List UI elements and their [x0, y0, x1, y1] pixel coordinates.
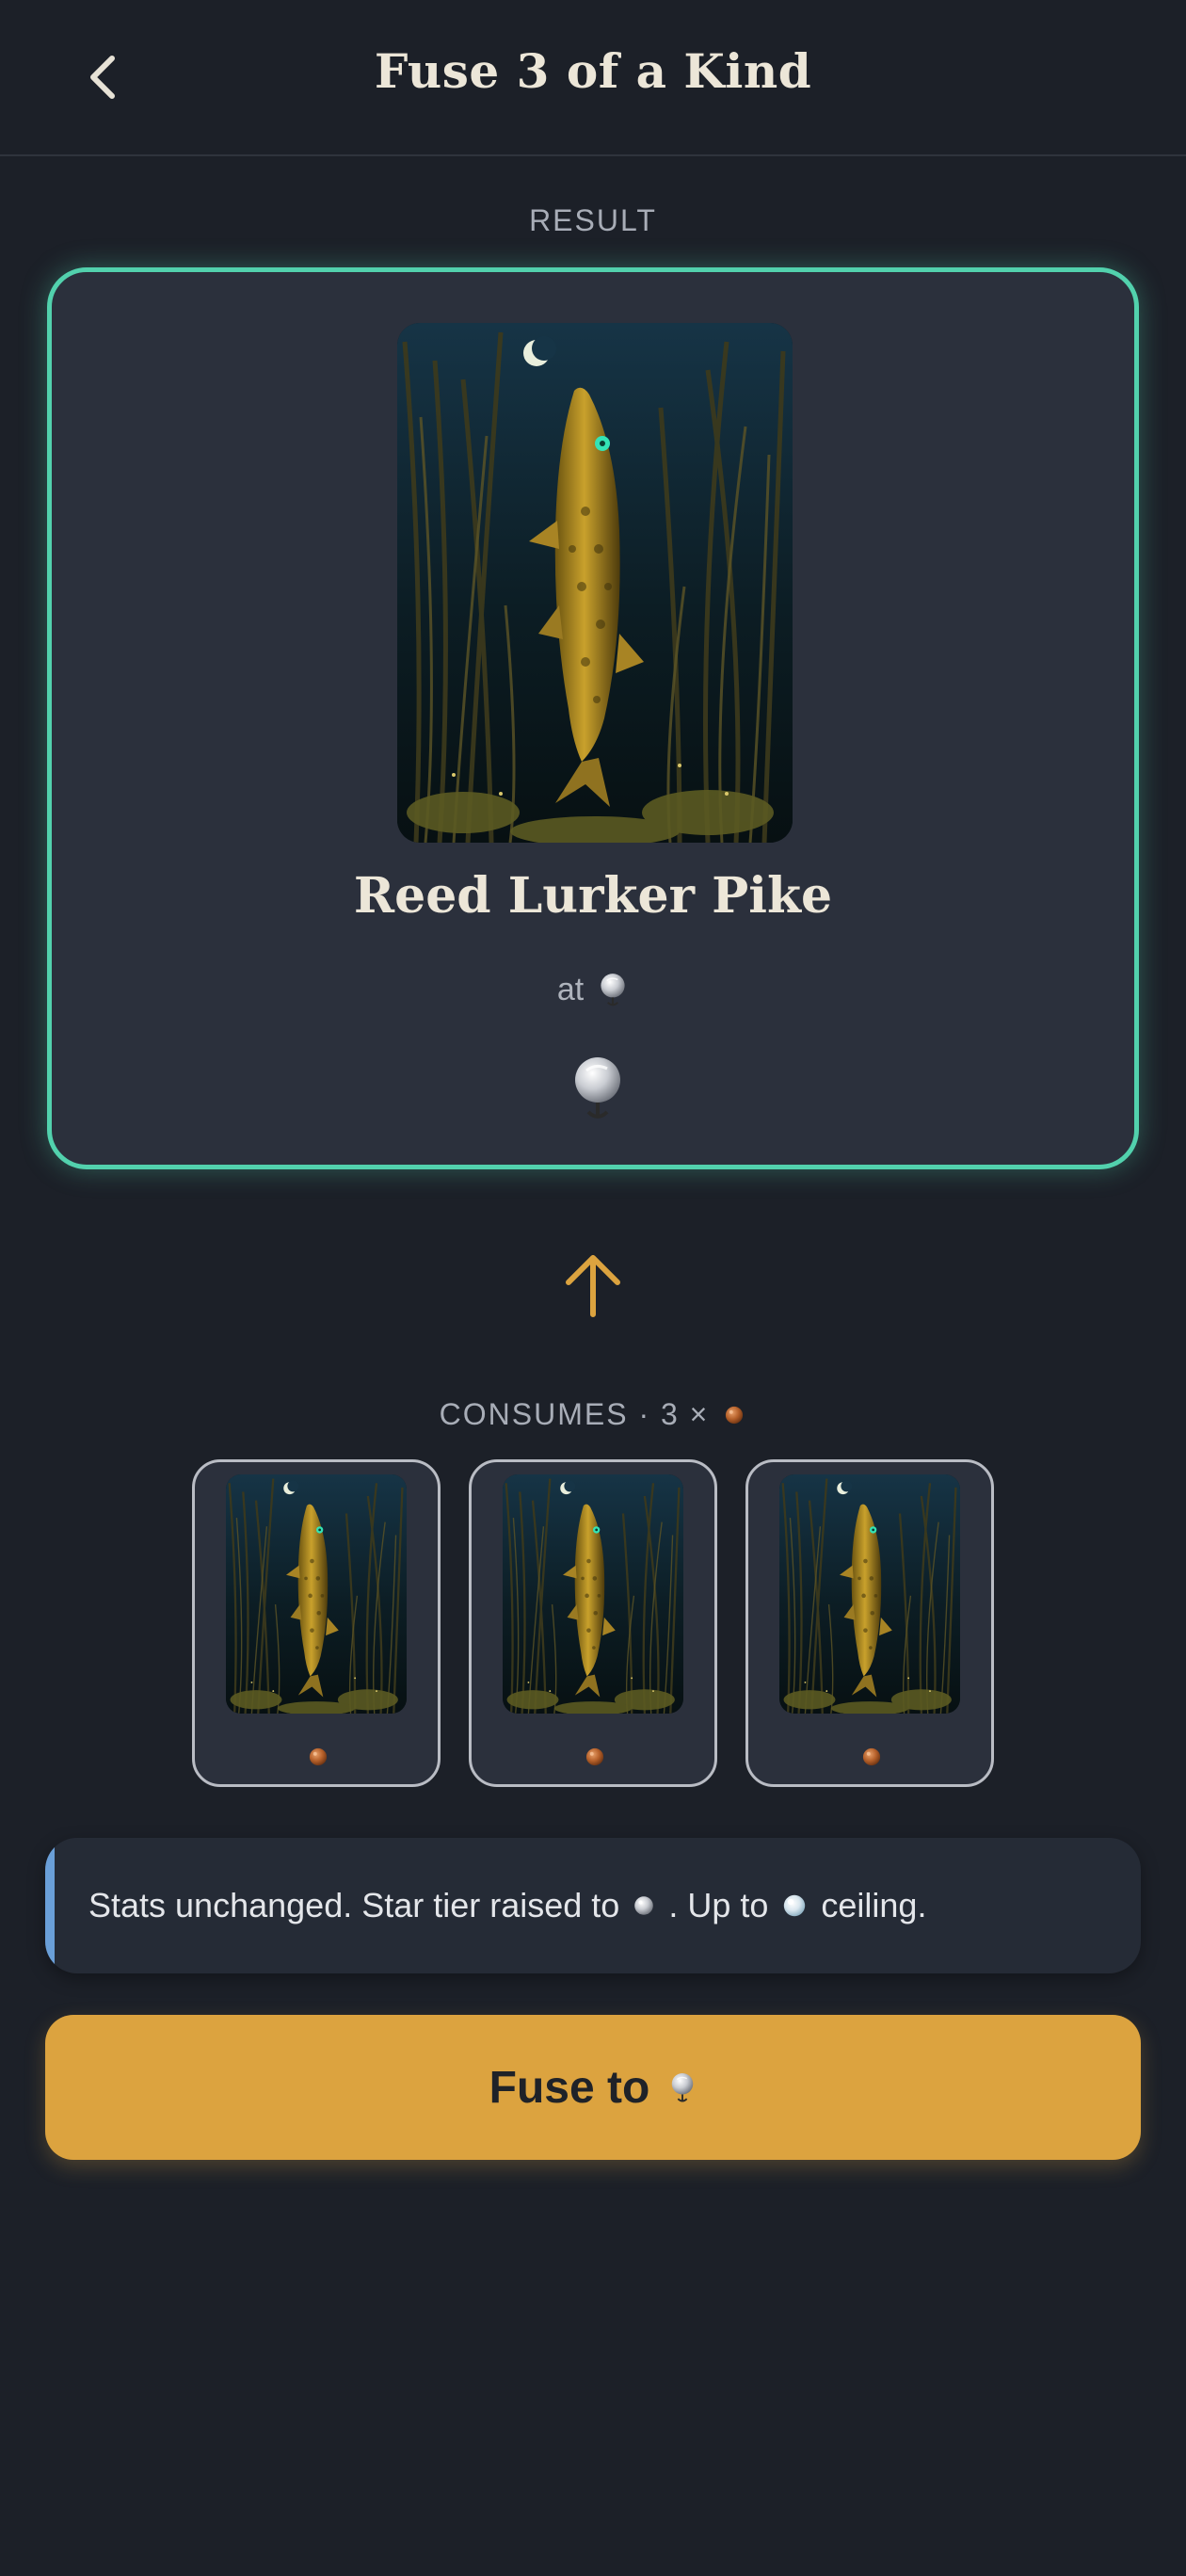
- fish-thumbnail: [503, 1474, 683, 1714]
- page-title: Fuse 3 of a Kind: [374, 43, 812, 99]
- info-accent-bar: [45, 1838, 55, 1973]
- fuse-button-label: Fuse to: [489, 2062, 650, 2113]
- bronze-tier-icon: [583, 1745, 607, 1769]
- arrow-up-icon: [566, 1255, 620, 1317]
- top-bar: Fuse 3 of a Kind: [0, 0, 1186, 156]
- pearl-tier-icon: [779, 1891, 809, 1921]
- fuse-button[interactable]: Fuse to: [45, 2015, 1141, 2160]
- result-card: Reed Lurker Pike at: [47, 267, 1139, 1169]
- silver-tier-icon: [668, 2070, 697, 2104]
- info-text: Stats unchanged. Star tier raised to . U…: [88, 1838, 1113, 1973]
- bronze-tier-icon: [722, 1403, 746, 1427]
- at-label: at: [556, 971, 585, 1007]
- consumes-label: CONSUMES · 3 ×: [439, 1397, 710, 1431]
- fish-thumbnail: [226, 1474, 407, 1714]
- result-section-label: RESULT: [529, 203, 657, 237]
- material-card[interactable]: [745, 1459, 994, 1787]
- material-card[interactable]: [192, 1459, 441, 1787]
- bronze-tier-icon: [859, 1745, 884, 1769]
- silver-tier-icon: [631, 1892, 657, 1919]
- fish-artwork: [397, 323, 793, 843]
- result-tier-row: at: [52, 971, 1134, 1008]
- material-card[interactable]: [469, 1459, 717, 1787]
- silver-tier-icon: [568, 1052, 628, 1123]
- fish-name: Reed Lurker Pike: [353, 867, 833, 925]
- info-text-before: Stats unchanged. Star tier raised to: [88, 1886, 620, 1924]
- info-callout: Stats unchanged. Star tier raised to . U…: [45, 1838, 1141, 1973]
- fish-thumbnail: [779, 1474, 960, 1714]
- bronze-tier-icon: [306, 1745, 330, 1769]
- consumes-row: CONSUMES · 3 ×: [0, 1397, 1186, 1432]
- info-text-after: ceiling.: [821, 1886, 927, 1924]
- silver-tier-icon: [597, 971, 629, 1008]
- info-text-middle: . Up to: [668, 1886, 769, 1924]
